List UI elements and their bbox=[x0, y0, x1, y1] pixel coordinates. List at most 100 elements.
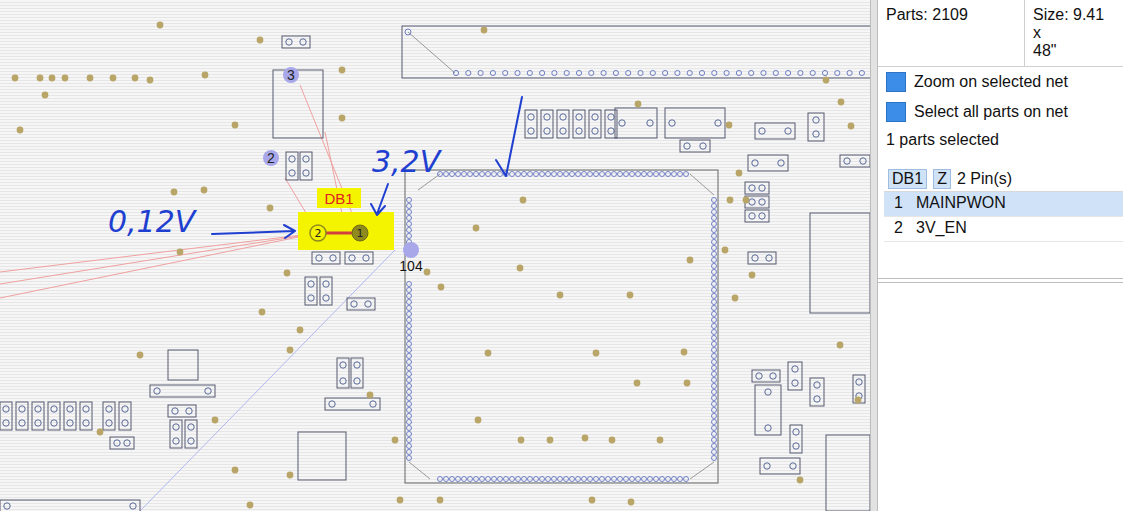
component-body[interactable] bbox=[312, 252, 340, 264]
component-body[interactable] bbox=[615, 108, 657, 138]
component-body[interactable] bbox=[337, 358, 349, 388]
component[interactable] bbox=[853, 375, 865, 403]
component[interactable] bbox=[32, 402, 44, 430]
component-body[interactable] bbox=[788, 362, 802, 390]
component[interactable] bbox=[320, 277, 332, 305]
component[interactable] bbox=[589, 110, 601, 138]
component[interactable] bbox=[325, 398, 380, 410]
component-body[interactable] bbox=[298, 432, 346, 480]
component-body[interactable] bbox=[557, 110, 569, 138]
component-body[interactable] bbox=[525, 110, 537, 138]
component[interactable] bbox=[808, 113, 824, 141]
chip-body[interactable] bbox=[405, 170, 718, 483]
component-body[interactable] bbox=[345, 252, 373, 264]
component-body[interactable] bbox=[810, 213, 870, 313]
component[interactable] bbox=[810, 378, 824, 406]
component-body[interactable] bbox=[48, 402, 60, 430]
component-body[interactable] bbox=[680, 140, 710, 152]
component-body[interactable] bbox=[810, 378, 824, 406]
component[interactable] bbox=[557, 110, 569, 138]
component[interactable] bbox=[788, 362, 802, 390]
checkbox-icon[interactable] bbox=[886, 102, 906, 122]
component[interactable] bbox=[745, 182, 769, 194]
pin-row[interactable]: 23V_EN bbox=[884, 217, 1123, 242]
component-body[interactable] bbox=[790, 425, 802, 453]
component[interactable] bbox=[168, 405, 196, 417]
component[interactable] bbox=[752, 370, 780, 382]
component-body[interactable] bbox=[80, 402, 92, 430]
component-body[interactable] bbox=[185, 420, 197, 448]
component-body[interactable] bbox=[0, 402, 12, 430]
component-body[interactable] bbox=[589, 110, 601, 138]
selected-part[interactable]: DB112 bbox=[298, 188, 394, 250]
component[interactable] bbox=[755, 385, 781, 435]
component[interactable] bbox=[748, 155, 788, 171]
component-body[interactable] bbox=[541, 110, 553, 138]
component[interactable] bbox=[64, 402, 76, 430]
component-body[interactable] bbox=[305, 277, 317, 305]
component[interactable] bbox=[170, 420, 182, 448]
component-body[interactable] bbox=[826, 435, 870, 511]
component[interactable] bbox=[298, 432, 346, 480]
component-body[interactable] bbox=[573, 110, 585, 138]
component[interactable] bbox=[48, 402, 60, 430]
component-body[interactable] bbox=[103, 402, 115, 430]
component-body[interactable] bbox=[347, 298, 375, 310]
component-body[interactable] bbox=[351, 358, 363, 388]
component[interactable] bbox=[745, 210, 769, 222]
component[interactable] bbox=[760, 458, 800, 474]
component[interactable] bbox=[810, 213, 870, 313]
chip[interactable] bbox=[405, 170, 718, 483]
component[interactable] bbox=[541, 110, 553, 138]
component-body[interactable] bbox=[168, 405, 196, 417]
connector-body[interactable] bbox=[402, 26, 870, 78]
part-pin-pad[interactable] bbox=[352, 225, 368, 241]
component[interactable] bbox=[150, 385, 215, 397]
component[interactable] bbox=[0, 402, 12, 430]
component-body[interactable] bbox=[32, 402, 44, 430]
net-marker[interactable]: 2 bbox=[263, 150, 279, 166]
component-body[interactable] bbox=[760, 458, 800, 474]
component-body[interactable] bbox=[748, 252, 776, 264]
component[interactable] bbox=[790, 425, 802, 453]
component-body[interactable] bbox=[853, 375, 865, 403]
part-pin-pad[interactable] bbox=[310, 225, 326, 241]
component-body[interactable] bbox=[0, 500, 140, 511]
component[interactable] bbox=[826, 435, 870, 511]
component[interactable] bbox=[273, 70, 323, 138]
component[interactable] bbox=[755, 123, 795, 139]
component-body[interactable] bbox=[665, 108, 725, 138]
net-marker-dot[interactable] bbox=[263, 150, 279, 166]
component-body[interactable] bbox=[325, 398, 380, 410]
board-drawing[interactable]: DB112321040,12V3,2V bbox=[0, 0, 870, 511]
component-body[interactable] bbox=[150, 385, 215, 397]
component-body[interactable] bbox=[755, 123, 795, 139]
component[interactable] bbox=[312, 252, 340, 264]
net-marker-dot[interactable] bbox=[283, 67, 299, 83]
component[interactable] bbox=[110, 437, 134, 449]
component-body[interactable] bbox=[748, 155, 788, 171]
component[interactable] bbox=[103, 402, 115, 430]
component-body[interactable] bbox=[282, 36, 310, 48]
splitter[interactable] bbox=[870, 0, 878, 511]
part-name[interactable]: DB1 bbox=[888, 169, 927, 189]
component-body[interactable] bbox=[745, 182, 769, 194]
net-marker-dot[interactable] bbox=[403, 242, 419, 258]
component[interactable] bbox=[300, 152, 312, 180]
component-body[interactable] bbox=[170, 420, 182, 448]
component[interactable] bbox=[282, 36, 310, 48]
component[interactable] bbox=[305, 277, 317, 305]
component[interactable] bbox=[16, 402, 28, 430]
component[interactable] bbox=[347, 298, 375, 310]
option-checkbox[interactable]: Select all parts on net bbox=[878, 97, 1123, 127]
component-body[interactable] bbox=[273, 70, 323, 138]
component-body[interactable] bbox=[64, 402, 76, 430]
component-body[interactable] bbox=[320, 277, 332, 305]
component[interactable] bbox=[337, 358, 349, 388]
component-body[interactable] bbox=[16, 402, 28, 430]
component[interactable] bbox=[840, 155, 870, 167]
component[interactable] bbox=[168, 350, 198, 380]
component[interactable] bbox=[748, 252, 776, 264]
component[interactable] bbox=[573, 110, 585, 138]
connector[interactable] bbox=[402, 26, 870, 78]
